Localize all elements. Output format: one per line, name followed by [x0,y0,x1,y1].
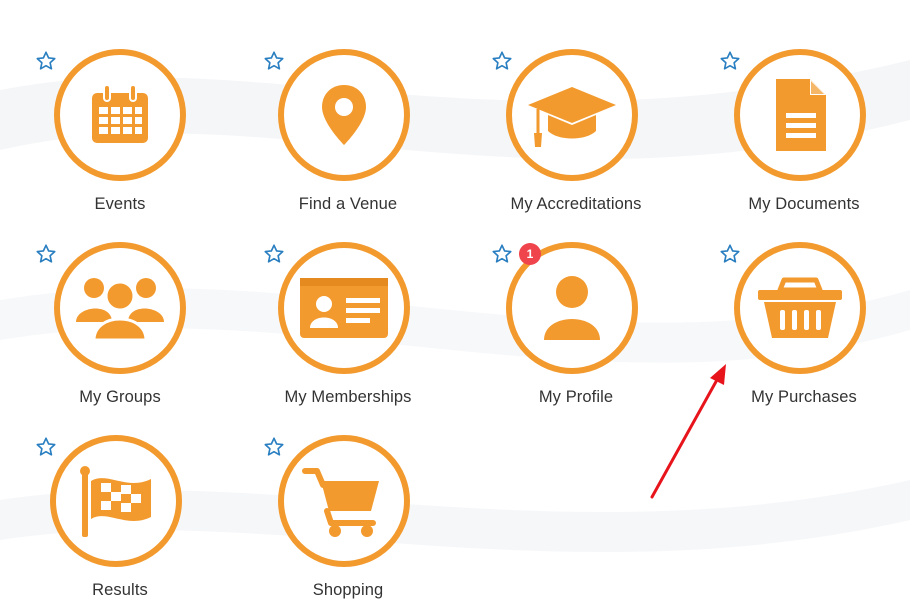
annotation-arrow [650,364,726,499]
